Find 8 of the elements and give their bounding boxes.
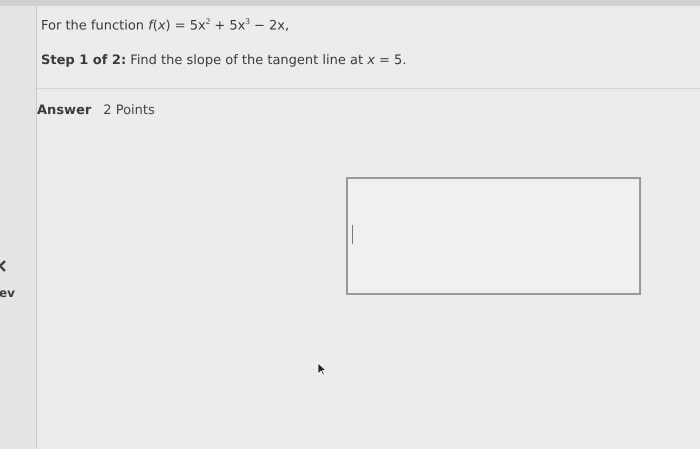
question-text: For the function f(x) = 5x$^{2}$ + 5x$^{3}$ − 2x, (41, 16, 290, 34)
text-cursor (352, 225, 353, 244)
answer-field[interactable] (346, 177, 641, 295)
points-label: 2 Points (103, 103, 155, 118)
step-instruction: Step 1 of 2: Find the slope of the tangent line at x = 5. (41, 53, 408, 68)
answer-label: Answer (37, 103, 92, 118)
chevron-left-icon[interactable] (0, 260, 6, 272)
mouse-pointer-icon (317, 362, 327, 376)
